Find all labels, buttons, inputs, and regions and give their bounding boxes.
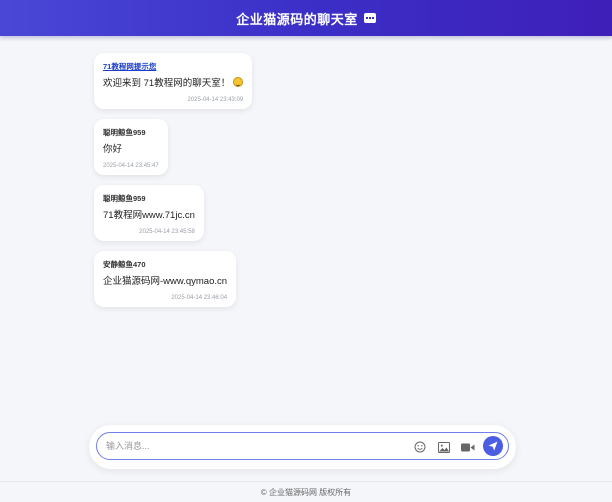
message-text-content: 欢迎来到 71教程网的聊天室！ (103, 78, 231, 89)
message-text: 71教程网www.71jc.cn (103, 210, 195, 221)
message-bubble: 聪明鲸鱼959 你好 2025-04-14 23:45:47 (94, 119, 168, 175)
video-icon[interactable] (461, 440, 475, 454)
chat-bubble-icon (363, 13, 376, 23)
message-bubble: 聪明鲸鱼959 71教程网www.71jc.cn 2025-04-14 23:4… (94, 185, 204, 241)
message-time: 2025-04-14 23:45:58 (139, 229, 195, 235)
footer: © 企业猫源码网 版权所有 (0, 481, 612, 502)
app-header: 企业猫源码的聊天室 (0, 0, 612, 36)
message-time: 2025-04-14 23:45:47 (103, 163, 159, 169)
message-sender: 聪明鲸鱼959 (103, 128, 146, 137)
message-bubble: 安静鲸鱼470 企业猫源码网-www.qymao.cn 2025-04-14 2… (94, 251, 237, 307)
message-time: 2025-04-14 23:43:09 (187, 97, 244, 103)
image-icon[interactable] (437, 440, 451, 454)
message-sender: 安静鲸鱼470 (103, 260, 146, 269)
message-input[interactable] (106, 438, 396, 454)
send-icon (488, 441, 498, 451)
message-text: 企业猫源码网-www.qymao.cn (103, 276, 228, 287)
message-list: 71教程网提示您 欢迎来到 71教程网的聊天室！ 2025-04-14 23:4… (94, 53, 514, 307)
message-time: 2025-04-14 23:46:04 (171, 295, 228, 301)
smile-emoji-icon (233, 77, 244, 87)
send-button[interactable] (483, 436, 503, 456)
message-sender: 聪明鲸鱼959 (103, 194, 146, 203)
copyright-text: © 企业猫源码网 版权所有 (260, 487, 352, 497)
emoji-icon[interactable] (413, 440, 427, 454)
composer (89, 425, 516, 469)
message-bubble: 71教程网提示您 欢迎来到 71教程网的聊天室！ 2025-04-14 23:4… (94, 53, 253, 109)
page-title: 企业猫源码的聊天室 (236, 11, 358, 27)
message-input-wrapper (96, 432, 509, 460)
message-text: 你好 (103, 144, 123, 155)
message-text: 欢迎来到 71教程网的聊天室！ (103, 77, 244, 91)
message-sender[interactable]: 71教程网提示您 (103, 61, 243, 72)
